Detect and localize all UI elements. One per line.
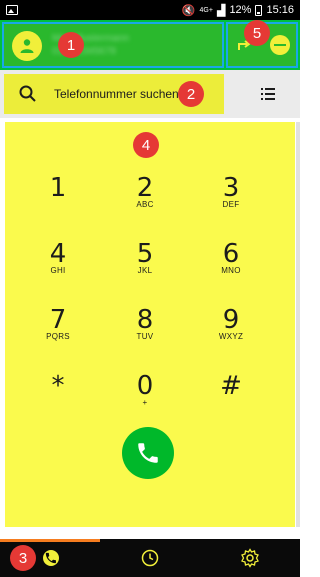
search-icon (19, 85, 36, 102)
scrollbar[interactable] (296, 122, 300, 527)
mute-icon: 🔇 (181, 4, 196, 17)
key-3[interactable]: 3 DEF (191, 174, 271, 230)
avatar-icon (12, 31, 42, 61)
key-hash[interactable]: # (191, 372, 271, 428)
phone-icon (138, 443, 158, 463)
badge-1: 1 (58, 32, 84, 58)
call-button[interactable] (122, 427, 174, 479)
search-placeholder: Telefonnummer suchen (54, 87, 179, 101)
signal-icon: ▟ (216, 4, 226, 17)
search-row: Telefonnummer suchen 2 (0, 70, 300, 118)
badge-2: 2 (178, 81, 204, 107)
bottom-nav: 3 (0, 539, 300, 577)
badge-5: 5 (244, 20, 270, 46)
status-time: 15:16 (266, 4, 294, 16)
battery-icon (255, 4, 263, 16)
key-9[interactable]: 9 WXYZ (191, 306, 271, 362)
key-0[interactable]: 0 + (105, 372, 185, 428)
active-tab-indicator (0, 539, 100, 542)
key-7[interactable]: 7 PQRS (18, 306, 98, 362)
list-icon[interactable] (261, 88, 275, 100)
clock-icon[interactable] (141, 549, 159, 567)
gear-icon[interactable] (240, 548, 260, 568)
key-4[interactable]: 4 GHI (18, 240, 98, 296)
badge-4: 4 (133, 132, 159, 158)
header-actions: 5 (226, 20, 298, 68)
nav-dialer-tab[interactable] (43, 550, 59, 566)
spacer (0, 527, 300, 539)
gallery-icon (6, 5, 18, 15)
network-type: 4G+ (199, 6, 213, 14)
key-star[interactable]: * (18, 372, 98, 428)
badge-3: 3 (10, 545, 36, 571)
contact-selector[interactable]: Max Mustermann 0171 2345678 1 (2, 22, 224, 68)
dialpad: 4 1 2 ABC 3 DEF 4 GHI 5 JKL 6 MNO 7 PQRS 8 TUV … (5, 122, 295, 527)
battery-percent: 12% (229, 4, 252, 16)
app-header: Max Mustermann 0171 2345678 1 5 (0, 20, 300, 70)
key-8[interactable]: 8 TUV (105, 306, 185, 362)
key-1[interactable]: 1 (18, 174, 98, 230)
minus-icon[interactable] (270, 35, 290, 55)
phone-icon (45, 552, 56, 564)
key-2[interactable]: 2 ABC (105, 174, 185, 230)
key-5[interactable]: 5 JKL (105, 240, 185, 296)
search-input[interactable]: Telefonnummer suchen 2 (4, 74, 224, 114)
status-bar: 🔇 4G+ ▟ 12% 15:16 (0, 0, 300, 20)
key-6[interactable]: 6 MNO (191, 240, 271, 296)
